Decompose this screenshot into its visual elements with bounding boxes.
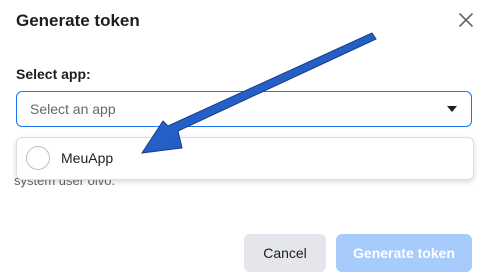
close-button[interactable] [455, 9, 477, 31]
caret-down-icon [447, 106, 457, 112]
app-select-placeholder: Select an app [30, 101, 116, 117]
dialog-title: Generate token [16, 11, 140, 30]
cancel-button[interactable]: Cancel [244, 234, 326, 272]
app-option-label: MeuApp [61, 150, 114, 166]
generate-token-button[interactable]: Generate token [336, 234, 472, 272]
app-dropdown-menu: MeuApp [16, 137, 474, 180]
app-select[interactable]: Select an app [16, 91, 472, 127]
generate-token-dialog: Generate token Select app: Select an app… [0, 0, 486, 280]
radio-button[interactable] [26, 146, 50, 170]
select-app-label: Select app: [16, 66, 91, 82]
close-icon [459, 13, 473, 27]
app-option-meuapp[interactable]: MeuApp [17, 138, 473, 179]
